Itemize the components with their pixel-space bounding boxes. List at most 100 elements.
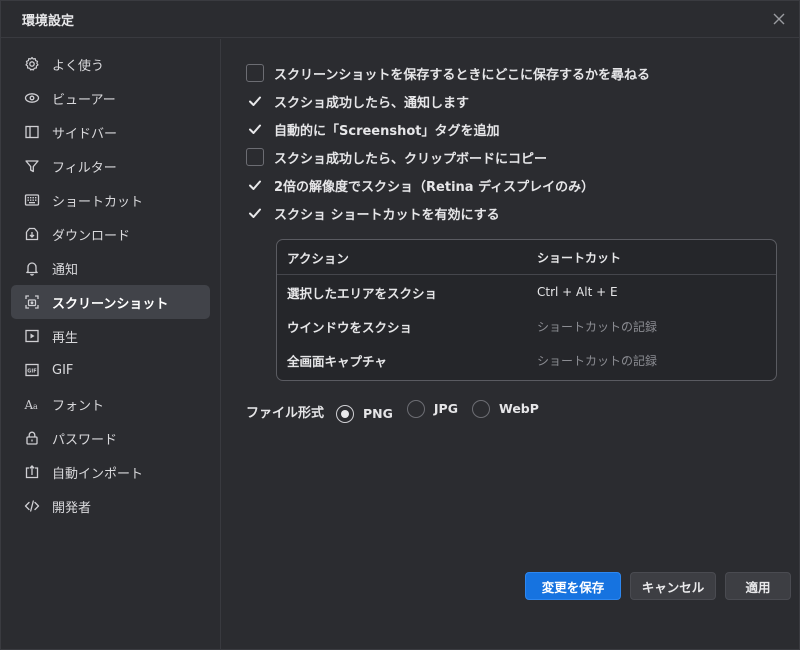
checkmark-icon (249, 124, 261, 134)
checkmark-icon (249, 180, 261, 190)
sidebar-item-label: よく使う (52, 58, 105, 74)
sidebar-item-10[interactable]: Aa フォント (11, 387, 210, 421)
option-row-5[interactable]: スクショ ショートカットを有効にする (246, 199, 776, 227)
format-radio-webp[interactable]: WebP (471, 399, 539, 418)
sidebar-icon (23, 123, 41, 141)
sidebar-item-2[interactable]: サイドバー (11, 115, 210, 149)
close-icon[interactable] (771, 11, 787, 27)
option-row-2[interactable]: 自動的に「Screenshot」タグを追加 (246, 115, 776, 143)
radio-label: PNG (363, 406, 393, 421)
svg-text:GIF: GIF (27, 368, 36, 374)
filter-icon (23, 157, 41, 175)
shortcut-action: ウインドウをスクショ (287, 319, 413, 335)
shortcut-action: 選択したエリアをスクショ (287, 285, 438, 301)
option-label: スクショ成功したら、通知します (274, 95, 470, 111)
sidebar-item-6[interactable]: 通知 (11, 251, 210, 285)
screenshot-settings-panel: スクリーンショットを保存するときにどこに保存するかを尋ねる スクショ成功したら、通… (222, 39, 800, 650)
sidebar-item-12[interactable]: 自動インポート (11, 455, 210, 489)
checkmark-icon (249, 96, 261, 106)
sidebar-item-label: ショートカット (52, 194, 144, 210)
svg-text:a: a (33, 402, 38, 411)
keyboard-icon (23, 191, 41, 209)
column-header-shortcut: ショートカット (537, 250, 622, 265)
radio-label: WebP (498, 401, 539, 416)
sidebar-item-label: パスワード (52, 432, 118, 448)
option-label: スクショ成功したら、クリップボードにコピー (274, 151, 548, 167)
checkbox[interactable] (246, 204, 264, 222)
sidebar-item-4[interactable]: ショートカット (11, 183, 210, 217)
checkbox[interactable] (246, 176, 264, 194)
shortcut-recorder[interactable]: ショートカットの記録 (527, 352, 657, 369)
sidebar-item-label: 再生 (52, 330, 79, 346)
shortcut-action: 全画面キャプチャ (287, 353, 387, 369)
window-title: 環境設定 (22, 13, 75, 29)
eye-icon (23, 89, 41, 107)
save-changes-button[interactable]: 変更を保存 (525, 572, 621, 600)
lock-icon (23, 429, 41, 447)
bell-icon (23, 259, 41, 277)
file-format-row: ファイル形式 PNG JPG WebP (246, 399, 553, 423)
sidebar-item-11[interactable]: パスワード (11, 421, 210, 455)
table-row: 選択したエリアをスクショ Ctrl + Alt + E (277, 275, 776, 309)
shortcut-recorder[interactable]: ショートカットの記録 (527, 318, 657, 335)
sidebar: よく使うビューアーサイドバーフィルターショートカット ダウンロード 通知スクリーンシ… (1, 39, 221, 650)
gif-icon: GIF (23, 361, 41, 379)
import-icon (23, 463, 41, 481)
sidebar-item-13[interactable]: 開発者 (11, 489, 210, 523)
checkbox[interactable] (246, 120, 264, 138)
screenshot-icon (23, 293, 41, 311)
shortcut-recorder[interactable]: Ctrl + Alt + E (527, 285, 618, 299)
option-row-3[interactable]: スクショ成功したら、クリップボードにコピー (246, 143, 776, 171)
gear-icon (23, 55, 41, 73)
sidebar-item-label: 通知 (52, 262, 79, 278)
format-radio-png[interactable]: PNG (336, 404, 393, 423)
checkbox[interactable] (246, 148, 264, 166)
title-bar: 環境設定 (1, 1, 799, 38)
apply-button[interactable]: 適用 (725, 572, 791, 600)
preferences-window: 環境設定 よく使う ビューアー サイドバー フィルター ショートカット ダウンロード 通知ス… (0, 0, 800, 650)
checkbox[interactable] (246, 92, 264, 110)
sidebar-item-label: サイドバー (52, 126, 118, 142)
shortcut-table: アクション ショートカット 選択したエリアをスクショ Ctrl + Alt + E… (276, 239, 777, 381)
option-row-1[interactable]: スクショ成功したら、通知します (246, 87, 776, 115)
sidebar-item-5[interactable]: ダウンロード (11, 217, 210, 251)
code-icon (23, 497, 41, 515)
sidebar-item-label: 自動インポート (52, 466, 144, 482)
format-radio-jpg[interactable]: JPG (406, 399, 458, 418)
option-row-0[interactable]: スクリーンショットを保存するときにどこに保存するかを尋ねる (246, 59, 776, 87)
sidebar-item-label: 開発者 (52, 500, 92, 516)
sidebar-item-7[interactable]: スクリーンショット (11, 285, 210, 319)
sidebar-item-8[interactable]: 再生 (11, 319, 210, 353)
play-icon (23, 327, 41, 345)
sidebar-item-label: GIF (52, 362, 74, 378)
column-header-action: アクション (287, 250, 349, 266)
radio-button[interactable] (336, 404, 355, 423)
sidebar-item-label: フォント (52, 398, 105, 414)
cancel-button[interactable]: キャンセル (630, 572, 716, 600)
options-list: スクリーンショットを保存するときにどこに保存するかを尋ねる スクショ成功したら、通… (246, 59, 776, 227)
sidebar-item-label: ダウンロード (52, 228, 131, 244)
table-row: ウインドウをスクショ ショートカットの記録 (277, 309, 776, 343)
sidebar-item-1[interactable]: ビューアー (11, 81, 210, 115)
download-icon (23, 225, 41, 243)
sidebar-item-label: スクリーンショット (52, 296, 169, 312)
sidebar-item-3[interactable]: フィルター (11, 149, 210, 183)
radio-button[interactable] (471, 399, 490, 418)
file-format-label: ファイル形式 (246, 405, 325, 421)
option-label: 2倍の解像度でスクショ（Retina ディスプレイのみ） (274, 179, 595, 195)
option-label: スクリーンショットを保存するときにどこに保存するかを尋ねる (274, 67, 650, 83)
sidebar-item-label: ビューアー (52, 92, 116, 108)
option-row-4[interactable]: 2倍の解像度でスクショ（Retina ディスプレイのみ） (246, 171, 776, 199)
table-row: 全画面キャプチャ ショートカットの記録 (277, 343, 776, 377)
option-label: スクショ ショートカットを有効にする (274, 207, 500, 223)
checkbox[interactable] (246, 64, 264, 82)
sidebar-item-label: フィルター (52, 160, 117, 176)
shortcut-table-header: アクション ショートカット (277, 240, 776, 275)
radio-button[interactable] (406, 399, 425, 418)
font-icon: Aa (23, 395, 41, 413)
option-label: 自動的に「Screenshot」タグを追加 (274, 123, 500, 139)
sidebar-item-0[interactable]: よく使う (11, 47, 210, 81)
checkmark-icon (249, 208, 261, 218)
radio-label: JPG (433, 401, 458, 416)
sidebar-item-9[interactable]: GIF GIF (11, 353, 210, 387)
